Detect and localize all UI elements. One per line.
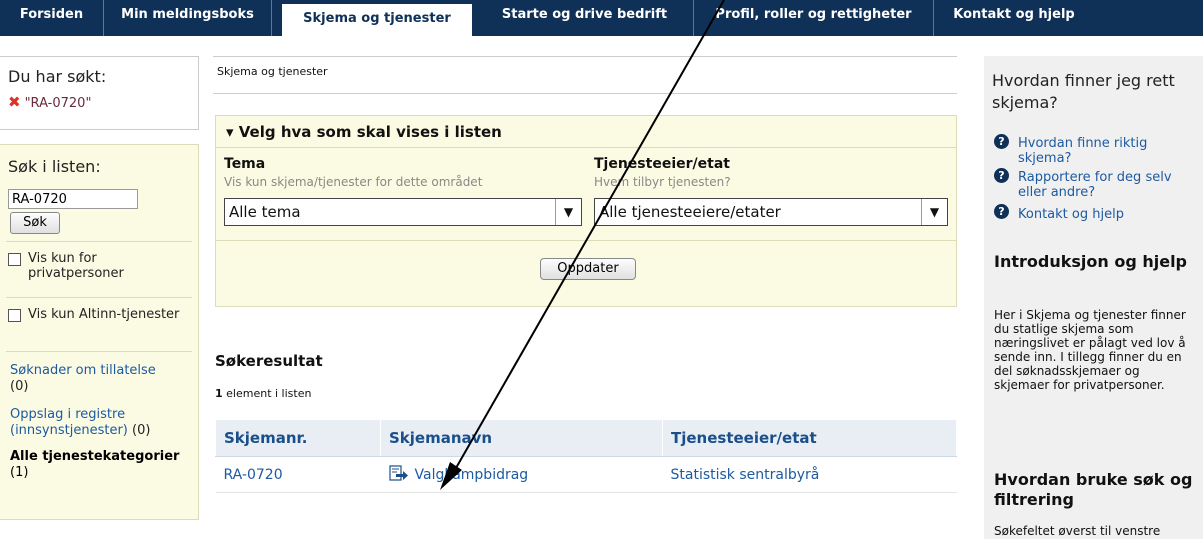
column-header-skjemanavn[interactable]: Skjemanavn	[380, 419, 663, 457]
howto-heading: Hvordan bruke søk og filtrering	[994, 470, 1193, 509]
divider	[6, 351, 192, 352]
help-question-icon: ?	[994, 204, 1009, 219]
category-alle[interactable]: Alle tjenestekategorier (1)	[10, 449, 190, 481]
tema-sub: Vis kun skjema/tjenester for dette områd…	[224, 175, 483, 189]
etat-select[interactable]: Alle tjenesteeiere/etater ▼	[594, 198, 948, 226]
category-label[interactable]: Søknader om tillatelse	[10, 363, 156, 378]
cell-skjemanr[interactable]: RA-0720	[215, 456, 381, 493]
cell-skjemanavn[interactable]: Valgkampbidrag	[380, 456, 663, 493]
intro-text: Her i Skjema og tjenester finner du stat…	[994, 308, 1186, 392]
category-label[interactable]: Alle tjenestekategorier	[10, 449, 179, 464]
help-link-rapportere[interactable]: Rapportere for deg selv eller andre?	[1018, 170, 1203, 200]
current-search-box: Du har søkt: ✖ "RA-0720"	[0, 56, 199, 130]
category-soknader[interactable]: Søknader om tillatelse (0)	[10, 363, 190, 395]
help-link-finne-skjema[interactable]: Hvordan finne riktig skjema?	[1018, 136, 1203, 166]
search-term-text: "RA-0720"	[24, 96, 92, 111]
help-question: Hvordan finner jeg rett skjema?	[992, 71, 1175, 112]
update-button[interactable]: Oppdater	[540, 258, 636, 280]
tema-select[interactable]: Alle tema ▼	[224, 198, 582, 226]
tab-profil-roller-rettigheter[interactable]: Profil, roller og rettigheter	[694, 0, 934, 36]
category-count: (1)	[10, 465, 29, 480]
category-count: (0)	[10, 379, 29, 394]
etat-label: Tjenesteeier/etat	[594, 156, 730, 172]
search-button[interactable]: Søk	[10, 212, 60, 234]
tema-label: Tema	[224, 156, 266, 172]
left-filter-panel: Søk i listen: Søk Vis kun for privatpers…	[0, 144, 199, 520]
table-row: RA-0720 Valgkampbidrag Statistisk sentra…	[215, 456, 957, 493]
searched-heading: Du har søkt:	[8, 67, 107, 86]
cell-tjenesteeier[interactable]: Statistisk sentralbyrå	[662, 456, 957, 493]
howto-text: Søkefeltet øverst til venstre	[994, 524, 1161, 538]
filter-box: ▾ Velg hva som skal vises i listen Tema …	[215, 115, 957, 307]
tab-forsiden[interactable]: Forsiden	[0, 0, 104, 36]
intro-heading: Introduksjon og hjelp	[994, 252, 1187, 271]
column-header-tjenesteeier[interactable]: Tjenesteeier/etat	[662, 419, 957, 457]
search-term[interactable]: ✖ "RA-0720"	[8, 93, 91, 111]
form-name-link[interactable]: Valgkampbidrag	[415, 467, 529, 483]
remove-icon[interactable]: ✖	[8, 93, 21, 111]
tab-skjema-og-tjenester[interactable]: Skjema og tjenester	[282, 4, 472, 36]
category-oppslag[interactable]: Oppslag i registre (innsynstjenester) (0…	[10, 407, 190, 439]
tab-min-meldingsboks[interactable]: Min meldingsboks	[104, 0, 272, 36]
divider	[6, 241, 192, 242]
breadcrumb[interactable]: Skjema og tjenester	[217, 65, 328, 78]
results-count-number: 1	[215, 387, 223, 400]
chevron-down-icon[interactable]: ▼	[921, 199, 947, 225]
etat-select-value: Alle tjenesteeiere/etater	[599, 203, 781, 221]
divider	[6, 297, 192, 298]
help-question-icon: ?	[994, 134, 1009, 149]
checkbox-box[interactable]	[8, 253, 21, 266]
results-count: 1 element i listen	[215, 387, 311, 400]
divider	[216, 240, 956, 241]
help-link-kontakt[interactable]: Kontakt og hjelp	[1018, 207, 1203, 222]
tema-select-value: Alle tema	[229, 203, 301, 221]
search-input[interactable]	[8, 189, 138, 209]
results-table: Skjemanr. Skjemanavn Tjenesteeier/etat R…	[215, 419, 957, 493]
breadcrumb-area: Skjema og tjenester	[213, 56, 957, 94]
chevron-down-icon[interactable]: ▼	[555, 199, 581, 225]
tab-kontakt-og-hjelp[interactable]: Kontakt og hjelp	[934, 0, 1094, 36]
top-navigation: Forsiden Min meldingsboks Skjema og tjen…	[0, 0, 1203, 36]
column-header-skjemanr[interactable]: Skjemanr.	[215, 419, 381, 457]
checkbox-box[interactable]	[8, 309, 21, 322]
table-header-row: Skjemanr. Skjemanavn Tjenesteeier/etat	[215, 419, 957, 457]
form-arrow-icon	[388, 464, 409, 485]
etat-sub: Hvem tilbyr tjenesten?	[594, 175, 731, 189]
filter-heading[interactable]: ▾ Velg hva som skal vises i listen	[216, 116, 956, 148]
results-title: Søkeresultat	[215, 352, 323, 370]
category-count: (0)	[132, 423, 151, 438]
search-list-title: Søk i listen:	[8, 157, 101, 176]
category-label[interactable]: Oppslag i registre (innsynstjenester)	[10, 407, 128, 438]
right-help-panel: Hvordan finner jeg rett skjema? ? Hvorda…	[984, 56, 1203, 539]
checkbox-label: Vis kun for privatpersoner	[28, 251, 124, 281]
tab-starte-og-drive-bedrift[interactable]: Starte og drive bedrift	[476, 0, 694, 36]
results-count-text: element i listen	[222, 387, 312, 400]
help-question-icon: ?	[994, 168, 1009, 183]
checkbox-label: Vis kun Altinn-tjenester	[28, 307, 180, 322]
